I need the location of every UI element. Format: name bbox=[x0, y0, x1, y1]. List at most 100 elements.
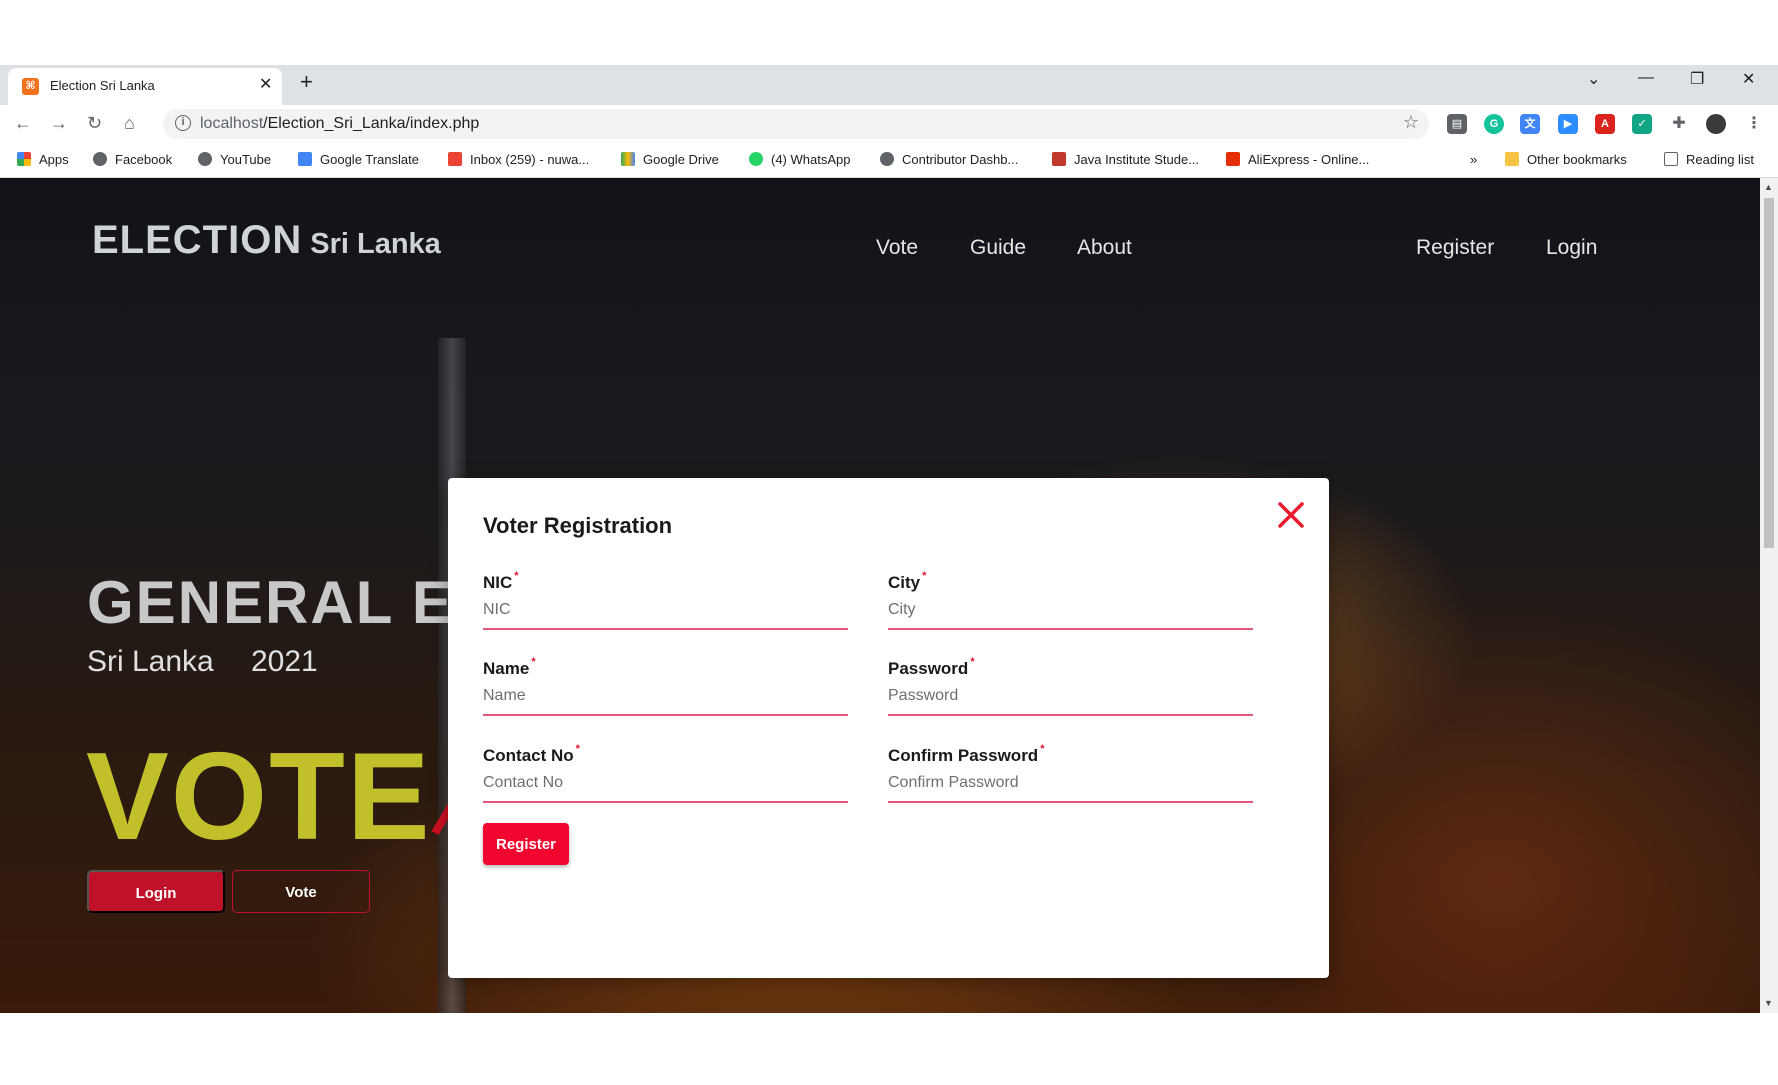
translate-extension-icon[interactable]: 文 bbox=[1520, 114, 1540, 134]
label-text: City bbox=[888, 573, 921, 592]
extensions-puzzle-icon[interactable]: ✚ bbox=[1669, 114, 1689, 134]
contact-no-field: Contact No * bbox=[483, 743, 848, 803]
profile-avatar[interactable] bbox=[1706, 114, 1726, 134]
back-icon[interactable]: ← bbox=[14, 113, 32, 134]
restore-button[interactable]: ❐ bbox=[1690, 69, 1704, 89]
close-window-button[interactable]: ✕ bbox=[1742, 69, 1755, 89]
site-brand[interactable]: ELECTION Sri Lanka bbox=[92, 218, 441, 263]
bookmark-youtube[interactable]: YouTube bbox=[198, 152, 271, 167]
field-label: Password * bbox=[888, 656, 1253, 679]
hero-login-button[interactable]: Login bbox=[87, 870, 225, 913]
new-tab-button[interactable]: + bbox=[300, 69, 313, 95]
whatsapp-icon bbox=[749, 152, 763, 166]
url-path: /Election_Sri_Lanka/index.php bbox=[263, 115, 480, 132]
reload-icon[interactable]: ↻ bbox=[87, 113, 102, 134]
label-text: NIC bbox=[483, 573, 513, 592]
required-mark: * bbox=[970, 656, 975, 668]
bookmark-contributor[interactable]: Contributor Dashb... bbox=[880, 152, 1018, 167]
reading-list-icon bbox=[1664, 152, 1678, 166]
label-text: Password bbox=[888, 659, 969, 678]
hero-vote-button[interactable]: Vote bbox=[232, 870, 370, 913]
voter-registration-modal: Voter Registration NIC* City* Name* Pass… bbox=[448, 478, 1329, 978]
scroll-up-icon[interactable]: ▲ bbox=[1764, 182, 1773, 192]
address-bar[interactable]: i localhost/Election_Sri_Lanka/index.php… bbox=[163, 109, 1429, 139]
reading-list[interactable]: Reading list bbox=[1664, 152, 1754, 167]
hero-year: 2021 bbox=[251, 645, 318, 678]
forward-icon[interactable]: → bbox=[50, 113, 68, 134]
nav-guide[interactable]: Guide bbox=[970, 236, 1026, 260]
minimize-button[interactable]: — bbox=[1638, 69, 1654, 87]
xampp-favicon-icon: ⌘ bbox=[22, 78, 39, 95]
city-input[interactable] bbox=[888, 601, 1253, 630]
nav-register[interactable]: Register bbox=[1416, 236, 1494, 260]
nav-vote[interactable]: Vote bbox=[876, 236, 918, 260]
url-host: localhost bbox=[200, 115, 264, 132]
hero-country: Sri Lanka bbox=[87, 645, 214, 678]
site-info-icon[interactable]: i bbox=[175, 115, 191, 131]
bookmark-label: Contributor Dashb... bbox=[902, 152, 1019, 167]
url-text[interactable]: localhost/Election_Sri_Lanka/index.php bbox=[200, 115, 479, 133]
register-submit-button[interactable]: Register bbox=[483, 823, 569, 865]
globe-icon bbox=[880, 152, 894, 166]
bookmark-label: Other bookmarks bbox=[1527, 152, 1627, 167]
tab-title: Election Sri Lanka bbox=[50, 78, 155, 93]
browser-toolbar: ← → ↻ ⌂ i localhost/Election_Sri_Lanka/i… bbox=[0, 105, 1778, 143]
confirm-password-field: Confirm Password * bbox=[888, 743, 1253, 803]
brand-sri-lanka: Sri Lanka bbox=[310, 228, 441, 260]
bookmark-inbox[interactable]: Inbox (259) - nuwa... bbox=[448, 152, 589, 167]
bookmark-google-drive[interactable]: Google Drive bbox=[621, 152, 719, 167]
bookmarks-overflow-icon[interactable]: » bbox=[1470, 152, 1477, 167]
tab-election[interactable]: ⌘ Election Sri Lanka ✕ bbox=[8, 68, 282, 105]
extension-reader-icon[interactable]: ▤ bbox=[1447, 114, 1467, 134]
shield-extension-icon[interactable]: ✓ bbox=[1632, 114, 1652, 134]
tab-search-icon[interactable]: ⌄ bbox=[1587, 69, 1600, 89]
bookmark-whatsapp[interactable]: (4) WhatsApp bbox=[749, 152, 850, 167]
required-mark: * bbox=[514, 570, 519, 582]
contact-no-input[interactable] bbox=[483, 774, 848, 803]
zoom-extension-icon[interactable]: ▶ bbox=[1558, 114, 1578, 134]
name-input[interactable] bbox=[483, 687, 848, 716]
bookmark-label: (4) WhatsApp bbox=[771, 152, 851, 167]
bookmark-google-translate[interactable]: Google Translate bbox=[298, 152, 419, 167]
scroll-down-icon[interactable]: ▼ bbox=[1764, 998, 1773, 1008]
nic-input[interactable] bbox=[483, 601, 848, 630]
globe-icon bbox=[198, 152, 212, 166]
nav-about[interactable]: About bbox=[1077, 236, 1132, 260]
bookmark-aliexpress[interactable]: AliExpress - Online... bbox=[1226, 152, 1369, 167]
bookmark-other[interactable]: Other bookmarks bbox=[1505, 152, 1627, 167]
nav-login[interactable]: Login bbox=[1546, 236, 1597, 260]
bookmark-star-icon[interactable]: ☆ bbox=[1403, 112, 1419, 133]
required-mark: * bbox=[531, 656, 536, 668]
brand-election: ELECTION bbox=[92, 218, 303, 262]
page-scrollbar[interactable]: ▲ ▼ bbox=[1760, 178, 1778, 1013]
bookmark-apps[interactable]: Apps bbox=[17, 152, 69, 167]
aliexpress-icon bbox=[1226, 152, 1240, 166]
gmail-icon bbox=[448, 152, 462, 166]
field-label: Confirm Password * bbox=[888, 743, 1253, 766]
java-icon bbox=[1052, 152, 1066, 166]
home-icon[interactable]: ⌂ bbox=[124, 113, 135, 134]
close-icon[interactable] bbox=[1276, 500, 1306, 530]
bookmark-label: AliExpress - Online... bbox=[1248, 152, 1370, 167]
scroll-thumb[interactable] bbox=[1764, 198, 1774, 548]
menu-kebab-icon[interactable]: ⋮ bbox=[1744, 114, 1764, 134]
name-field: Name * bbox=[483, 656, 848, 716]
password-input[interactable] bbox=[888, 687, 1253, 716]
pdf-extension-icon[interactable]: A bbox=[1595, 114, 1615, 134]
close-tab-icon[interactable]: ✕ bbox=[259, 74, 272, 94]
bookmark-label: Facebook bbox=[115, 152, 173, 167]
bookmark-java-institute[interactable]: Java Institute Stude... bbox=[1052, 152, 1199, 167]
city-field: City * bbox=[888, 570, 1253, 630]
translate-icon bbox=[298, 152, 312, 166]
label-text: Contact No bbox=[483, 746, 574, 765]
grammarly-icon[interactable]: G bbox=[1484, 114, 1504, 134]
browser-window: ⌘ Election Sri Lanka ✕ + ⌄ — ❐ ✕ ← → ↻ ⌂… bbox=[0, 65, 1778, 1021]
folder-icon bbox=[1505, 152, 1519, 166]
vote-heading: VOTE bbox=[86, 728, 432, 866]
bookmark-facebook[interactable]: Facebook bbox=[93, 152, 172, 167]
tab-strip: ⌘ Election Sri Lanka ✕ + ⌄ — ❐ ✕ bbox=[0, 65, 1778, 105]
required-mark: * bbox=[922, 570, 927, 582]
confirm-password-input[interactable] bbox=[888, 774, 1253, 803]
globe-icon bbox=[93, 152, 107, 166]
bookmark-label: Apps bbox=[39, 152, 69, 167]
